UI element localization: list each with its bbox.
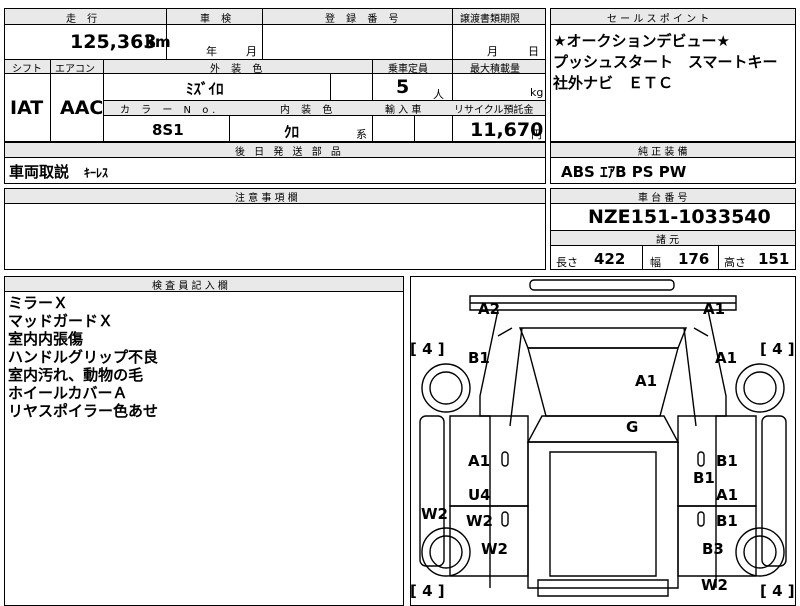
capacity-label: 乗車定員 — [388, 64, 428, 75]
mileage-unit: km — [145, 33, 171, 51]
tire-rear-left: [ 4 ] — [410, 582, 445, 600]
inspector-note-1: ミラーＸ — [8, 294, 69, 312]
windshield — [526, 415, 680, 443]
genuine-equipment-label: 純 正 装 備 — [638, 147, 688, 158]
mark-front-right: A1 — [703, 300, 726, 318]
chassis-number: NZE151-1033540 — [588, 206, 771, 228]
aircon-value: AAC — [60, 97, 104, 119]
exterior-color-value: ﾐｽﾞｲﾛ — [186, 80, 224, 98]
mark-rear-door-left-a: U4 — [468, 486, 491, 504]
max-load-label: 最大積載量 — [470, 64, 520, 75]
mark-front-door-left: A1 — [468, 452, 491, 470]
interior-color-label: 内 装 色 — [280, 105, 337, 116]
tire-rear-left-value: 4 — [422, 582, 433, 600]
mark-rear-door-left-b: W2 — [466, 512, 493, 530]
wheel-rear-left — [421, 527, 471, 577]
inspector-label: 検 査 員 記 入 欄 — [152, 281, 228, 292]
sales-point-line-1: ★オークションデビュー★ — [553, 32, 730, 50]
mark-rear-door-right-b: B1 — [716, 512, 738, 530]
recycle-label: リサイクル預託金 — [454, 105, 534, 116]
tire-front-right-value: 4 — [772, 340, 783, 358]
mark-side-left: W2 — [421, 505, 448, 523]
specs-label: 諸 元 — [656, 235, 680, 246]
width-label: 幅 — [650, 256, 661, 269]
wheel-front-right — [735, 363, 785, 413]
vehicle-info-grid — [4, 8, 546, 142]
chassis-label: 車 台 番 号 — [638, 193, 688, 204]
car-diagram — [419, 279, 787, 597]
inspector-note-6: ホイールカバーＡ — [8, 384, 128, 402]
mark-rear-right: W2 — [701, 576, 728, 594]
registration-label: 登 録 番 号 — [325, 14, 403, 25]
sales-point-label: セ ー ル ス ポ イ ン ト — [607, 14, 710, 25]
sales-point-line-3: 社外ナビ ＥＴＣ — [553, 74, 674, 92]
mark-rear-fender-right: B3 — [702, 540, 724, 558]
inspection-label: 車 検 — [200, 14, 236, 25]
capacity-value: 5 — [396, 76, 410, 98]
color-no-value: 8S1 — [152, 121, 184, 139]
inspector-note-2: マッドガードＸ — [8, 312, 114, 330]
max-load-unit: kg — [530, 86, 544, 99]
tire-rear-right-value: 4 — [772, 582, 783, 600]
inspector-note-4: ハンドルグリップ不良 — [8, 348, 159, 366]
later-parts-label: 後 日 発 送 部 品 — [235, 147, 344, 158]
transfer-deadline-label: 譲渡書類期限 — [460, 14, 520, 25]
wheel-rear-right — [735, 527, 785, 577]
body-outline — [479, 309, 727, 588]
interior-color-suffix: 系 — [356, 128, 367, 141]
width-value: 176 — [678, 250, 710, 268]
mark-roof: G — [626, 418, 639, 436]
height-value: 151 — [758, 250, 790, 268]
tire-front-left: [ 4 ] — [410, 340, 445, 358]
inspector-note-3: 室内内張傷 — [8, 330, 84, 348]
tire-front-left-value: 4 — [422, 340, 433, 358]
mileage-label: 走 行 — [66, 14, 102, 25]
color-no-label: カ ラ ー N o. — [120, 105, 220, 116]
transfer-month-label: 月 — [487, 45, 498, 58]
aircon-label: エアコン — [55, 64, 95, 75]
shift-value: IAT — [10, 97, 44, 119]
inspector-note-5: 室内汚れ、動物の毛 — [8, 366, 144, 384]
front-lip — [518, 327, 688, 349]
interior-color-value: ｸﾛ — [284, 123, 300, 141]
mark-rear-door-right-a: A1 — [716, 486, 739, 504]
recycle-fee-unit: 円 — [531, 128, 542, 141]
later-parts-item: 車両取説 — [9, 163, 70, 181]
transfer-day-label: 日 — [528, 45, 539, 58]
mileage-value: 125,363 — [70, 31, 157, 53]
mark-front-door-right-a: B1 — [716, 452, 738, 470]
caution-label: 注 意 事 項 欄 — [235, 193, 298, 204]
mark-hood: A1 — [635, 372, 658, 390]
wheel-front-left — [421, 363, 471, 413]
mark-rear-fender-left: W2 — [481, 540, 508, 558]
sales-point-line-2: プッシュスタート スマートキー — [553, 53, 778, 71]
front-bumper — [529, 279, 675, 291]
length-value: 422 — [594, 250, 626, 268]
mark-front-left: A2 — [478, 300, 501, 318]
inspector-note-7: リヤスポイラー色あせ — [8, 402, 159, 420]
length-label: 長さ — [556, 256, 578, 269]
mark-fender-right: A1 — [715, 349, 738, 367]
tire-rear-right: [ 4 ] — [760, 582, 795, 600]
later-parts-value: ｷｰﾚｽ — [84, 166, 109, 180]
height-label: 高さ — [724, 256, 746, 269]
genuine-equipment-value: ABS ｴｱB PS PW — [561, 163, 687, 181]
import-label: 輸 入 車 — [385, 105, 422, 116]
mark-fender-left: B1 — [468, 349, 490, 367]
inspection-month-label: 月 — [246, 45, 257, 58]
shift-label: シフト — [12, 64, 42, 75]
tire-front-right: [ 4 ] — [760, 340, 795, 358]
exterior-color-label: 外 装 色 — [210, 64, 267, 75]
mark-front-door-right-b: B1 — [693, 469, 715, 487]
inspection-year-label: 年 — [206, 45, 217, 58]
